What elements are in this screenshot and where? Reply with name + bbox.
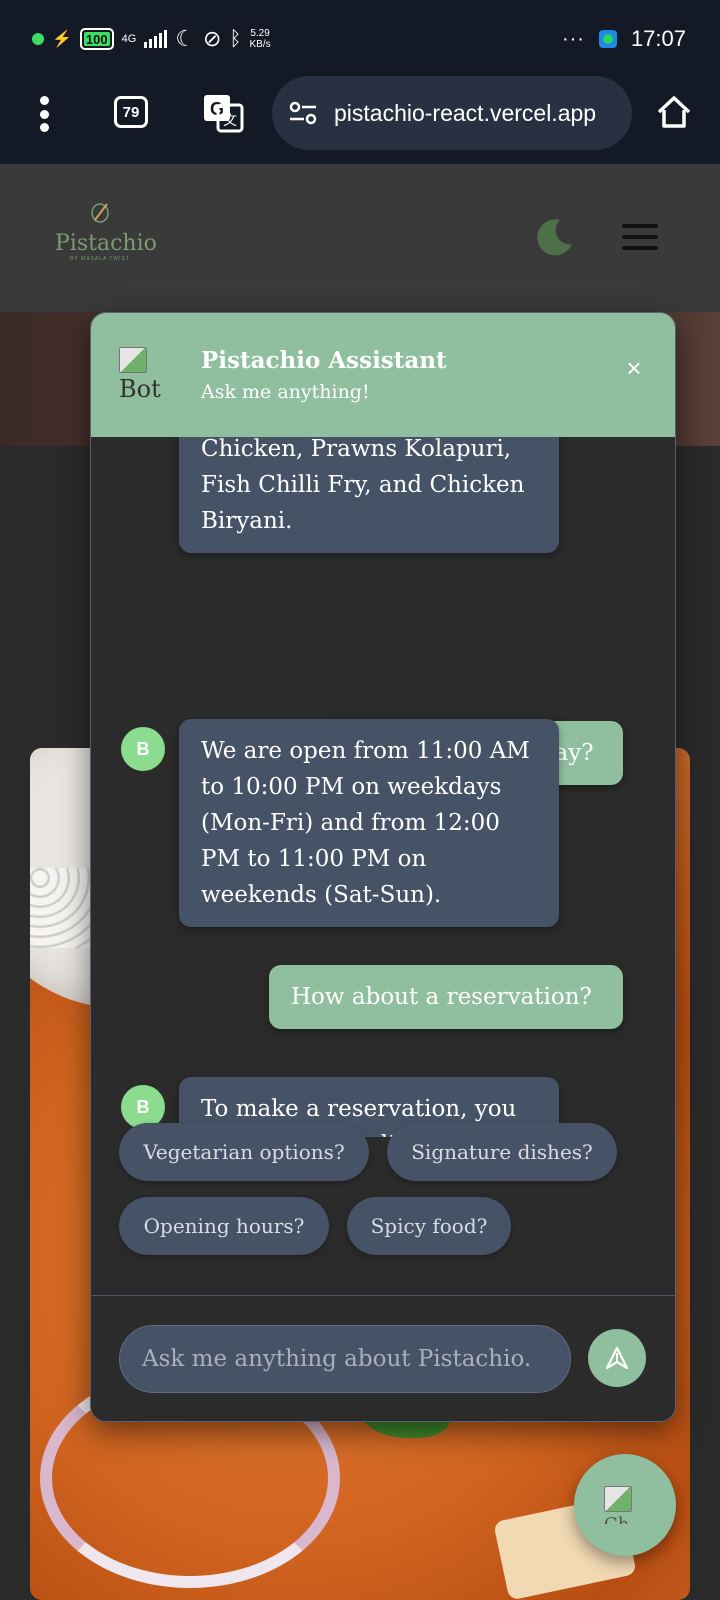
user-message: How about a reservation? xyxy=(269,965,623,1029)
chat-subtitle: Ask me anything! xyxy=(201,381,370,403)
suggestion-chips: Vegetarian options? Signature dishes? Op… xyxy=(91,1123,675,1283)
status-left: ⚡ 100 4G ☾ ⊘ ᛒ 5.29 KB/s xyxy=(32,26,271,52)
site-logo[interactable]: Pistachio BY MASALA TWIST xyxy=(55,200,157,262)
network-speed: 5.29 KB/s xyxy=(249,28,270,50)
address-bar[interactable]: pistachio-react.vercel.app xyxy=(272,76,632,150)
home-icon[interactable] xyxy=(656,94,692,130)
chat-toggle-button[interactable]: Ch xyxy=(574,1454,676,1556)
link-icon: ⊘ xyxy=(203,26,222,51)
battery-level: 100 xyxy=(85,31,108,47)
bot-message: We are open from 11:00 AM to 10:00 PM on… xyxy=(179,719,559,927)
message-list[interactable]: Chicken, Prawns Kolapuri, Fish Chilli Fr… xyxy=(91,437,675,1137)
broken-image-icon xyxy=(604,1486,632,1512)
translate-icon[interactable]: G 文 xyxy=(202,93,244,133)
bot-message: Chicken, Prawns Kolapuri, Fish Chilli Fr… xyxy=(179,437,559,553)
chat-input[interactable] xyxy=(119,1325,571,1393)
bot-image: Bot xyxy=(119,347,169,405)
speed-unit: KB/s xyxy=(249,39,271,50)
suggestion-chip[interactable]: Opening hours? xyxy=(119,1197,329,1255)
menu-icon[interactable] xyxy=(622,224,658,250)
chat-button-alt: Ch xyxy=(604,1514,644,1524)
pistachio-logo-icon xyxy=(91,203,109,223)
broken-image-icon xyxy=(119,347,147,373)
network-type: 4G xyxy=(121,32,137,45)
do-not-disturb-moon-icon: ☾ xyxy=(175,26,196,51)
charging-icon: ⚡ xyxy=(52,31,72,48)
dark-mode-toggle-icon[interactable] xyxy=(534,216,576,258)
browser-menu-icon[interactable] xyxy=(38,96,50,132)
clock: 17:07 xyxy=(630,26,686,51)
close-chat-button[interactable]: × xyxy=(623,355,645,381)
bluetooth-icon: ᛒ xyxy=(229,27,242,50)
suggestion-chip[interactable]: Signature dishes? xyxy=(387,1123,617,1181)
recording-dot-icon xyxy=(32,33,44,45)
speed-value: 5.29 xyxy=(250,28,270,39)
battery-icon: 100 xyxy=(79,28,114,50)
url-text[interactable]: pistachio-react.vercel.app xyxy=(334,100,596,127)
send-button[interactable] xyxy=(588,1329,646,1387)
signal-icon xyxy=(144,30,168,48)
logo-subtitle: BY MASALA TWIST xyxy=(70,256,130,262)
bot-image-alt: Bot xyxy=(119,375,161,403)
chat-window: Bot Pistachio Assistant Ask me anything!… xyxy=(90,312,676,1422)
tab-switcher-button[interactable]: 79 xyxy=(114,96,148,128)
svg-text:文: 文 xyxy=(223,113,237,129)
whatsapp-icon xyxy=(598,30,617,48)
site-header: Pistachio BY MASALA TWIST xyxy=(0,164,720,312)
chat-title: Pistachio Assistant xyxy=(201,347,447,374)
suggestion-chip[interactable]: Vegetarian options? xyxy=(119,1123,369,1181)
suggestion-chip[interactable]: Spicy food? xyxy=(347,1197,511,1255)
divider xyxy=(91,1295,675,1296)
send-icon xyxy=(605,1346,629,1370)
chat-header: Bot Pistachio Assistant Ask me anything!… xyxy=(91,313,675,437)
logo-name: Pistachio xyxy=(55,231,157,256)
site-settings-icon[interactable] xyxy=(288,101,318,125)
more-notifications-icon: ··· xyxy=(561,27,585,50)
status-right: ··· 17:07 xyxy=(562,26,686,52)
status-bar: ⚡ 100 4G ☾ ⊘ ᛒ 5.29 KB/s ··· 17:07 xyxy=(0,0,720,80)
bot-avatar: B xyxy=(121,727,165,771)
browser-toolbar: 79 G 文 pistachio-react.vercel.app xyxy=(0,76,720,164)
